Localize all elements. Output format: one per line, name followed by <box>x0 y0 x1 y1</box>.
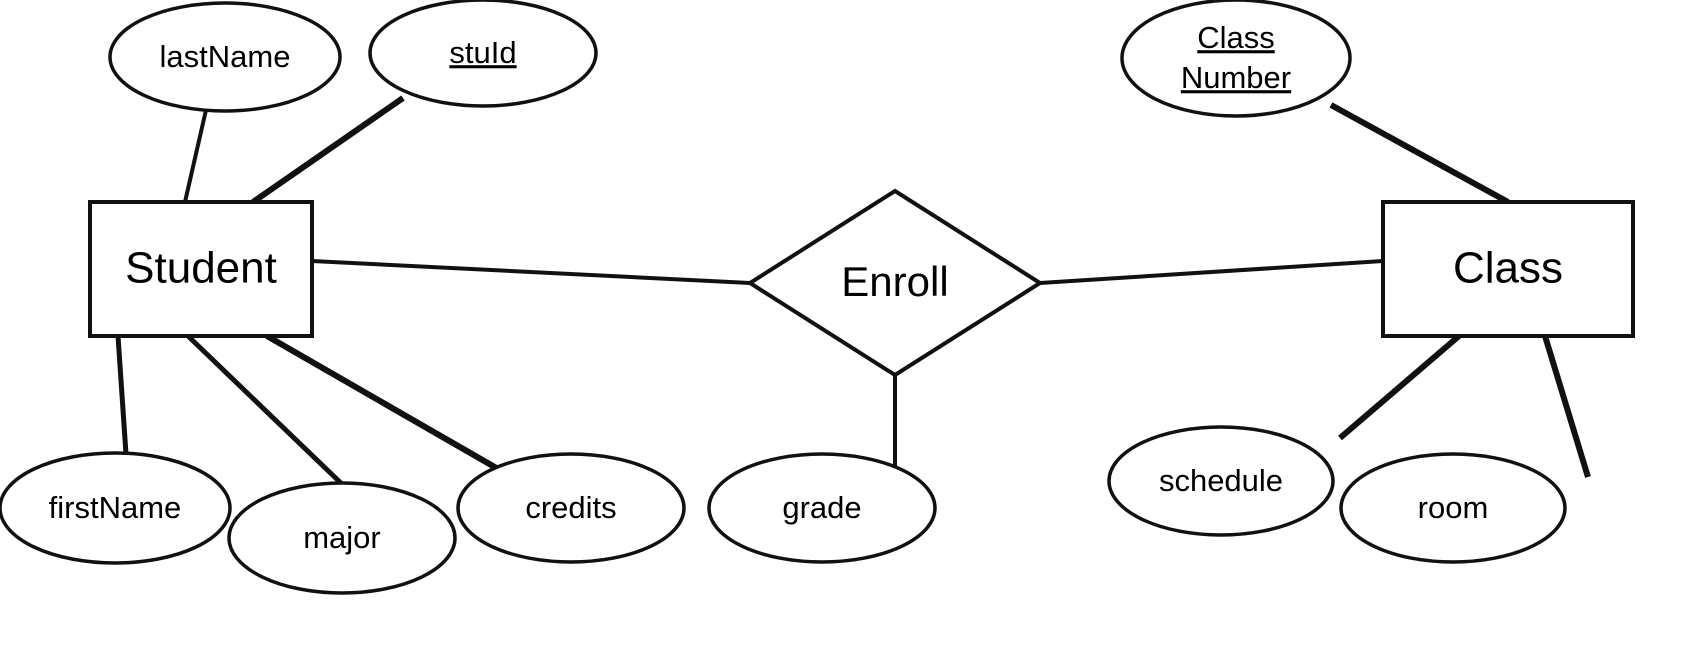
connection-line-student-enroll <box>311 259 751 285</box>
attribute-label-grade: grade <box>782 490 861 525</box>
attribute-schedule[interactable]: schedule <box>1107 425 1335 537</box>
entity-label-class: Class <box>1453 244 1563 293</box>
attribute-label-lastname: lastName <box>160 39 291 74</box>
attribute-grade[interactable]: grade <box>707 452 937 564</box>
connection-line-lastname-student <box>183 109 208 203</box>
attribute-label-schedule: schedule <box>1159 463 1283 498</box>
connection-line-class-schedule <box>1338 333 1461 441</box>
attribute-label-credits: credits <box>525 490 616 525</box>
relationship-label-enroll: Enroll <box>841 258 948 305</box>
attribute-firstname[interactable]: firstName <box>0 451 232 565</box>
attribute-major[interactable]: major <box>227 481 457 595</box>
connection-line-class-room <box>1542 335 1591 478</box>
attribute-classnumber[interactable]: Class Number <box>1120 0 1352 118</box>
connection-line-student-major <box>186 334 347 489</box>
entity-student[interactable]: Student <box>88 200 314 338</box>
attribute-credits[interactable]: credits <box>456 452 686 564</box>
attribute-ellipse-classnumber <box>1120 0 1352 118</box>
attribute-label-classnumber: Number <box>1181 60 1291 95</box>
connection-line-enroll-class <box>1039 259 1384 285</box>
shapes-layer: Student Class Enroll lastName stuId firstName… <box>0 0 1635 595</box>
er-diagram-svg: Student Class Enroll lastName stuId firstName… <box>0 0 1635 595</box>
connection-line-stuid-student <box>251 95 405 205</box>
attribute-label-classnumber: Class <box>1197 20 1275 55</box>
relationship-enroll[interactable]: Enroll <box>746 188 1044 378</box>
entity-class[interactable]: Class <box>1381 200 1635 338</box>
attribute-label-room: room <box>1418 490 1489 525</box>
attribute-room[interactable]: room <box>1339 452 1567 564</box>
attribute-label-major: major <box>303 520 381 555</box>
connection-line-student-credits <box>265 333 514 480</box>
attribute-label-firstname: firstName <box>49 490 182 525</box>
er-diagram-canvas: Student Class Enroll lastName stuId firstName… <box>0 0 1705 649</box>
attribute-label-stuid: stuId <box>449 35 516 70</box>
attribute-stuid[interactable]: stuId <box>368 0 598 108</box>
connection-line-classnumber-class <box>1329 102 1510 205</box>
connection-line-student-firstname <box>115 335 129 455</box>
attribute-lastname[interactable]: lastName <box>108 1 342 113</box>
entity-label-student: Student <box>125 244 277 293</box>
